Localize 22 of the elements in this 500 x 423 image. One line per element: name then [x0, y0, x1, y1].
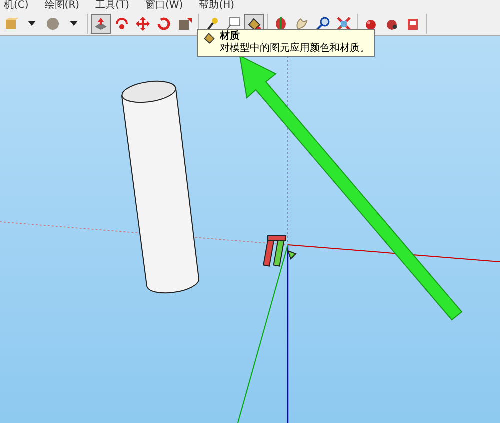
tooltip-description: 对模型中的图元应用颜色和材质。: [220, 43, 370, 55]
menu-item[interactable]: 工具(T): [96, 0, 130, 12]
hand-icon: [294, 16, 310, 32]
paint-bucket-icon: [202, 31, 216, 45]
paint-bucket-icon: [246, 16, 262, 32]
select-arrow-icon: [93, 16, 109, 32]
menu-item[interactable]: 机(C): [4, 0, 29, 12]
move-icon: [135, 16, 151, 32]
sphere-icon: [45, 16, 61, 32]
scale-icon: [177, 16, 193, 32]
zoom-icon: [315, 16, 331, 32]
rotate-icon: [156, 16, 172, 32]
tooltip-title: 材质: [220, 31, 241, 42]
zoom-extents-icon: [336, 16, 352, 32]
menu-item[interactable]: 帮助(H): [199, 0, 235, 12]
cube-icon: [3, 16, 19, 32]
menu-item[interactable]: 绘图(R): [44, 0, 80, 12]
figure-drawing: [263, 236, 297, 267]
orbit-icon: [114, 16, 130, 32]
caret-icon: [70, 21, 78, 26]
text-label-icon: [225, 16, 241, 32]
caret-icon: [28, 21, 36, 26]
